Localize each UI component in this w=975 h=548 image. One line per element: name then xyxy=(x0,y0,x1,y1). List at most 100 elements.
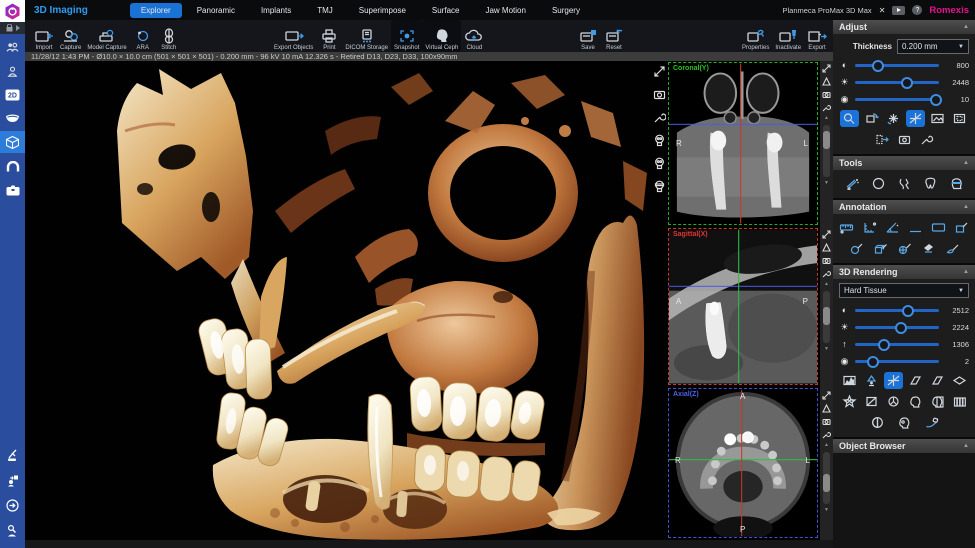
3d-volume-viewport[interactable] xyxy=(25,61,668,540)
airbrush-tool-button[interactable] xyxy=(843,175,862,192)
render-threshold-slider[interactable] xyxy=(855,343,939,346)
crop-frame-button[interactable] xyxy=(950,110,969,127)
pan-camera-button[interactable] xyxy=(895,131,914,148)
head-solid-button[interactable] xyxy=(906,393,925,410)
wrench-icon[interactable] xyxy=(822,269,831,278)
camera-icon[interactable] xyxy=(822,90,831,99)
romexis-logo[interactable] xyxy=(0,0,25,22)
print-button[interactable]: Print xyxy=(316,20,342,52)
export-button[interactable]: Export xyxy=(804,20,830,52)
tooth-tool-button[interactable] xyxy=(921,175,940,192)
cloud-button[interactable]: Cloud xyxy=(461,20,487,52)
tab-implants[interactable]: Implants xyxy=(250,3,302,18)
tab-panoramic[interactable]: Panoramic xyxy=(186,3,246,18)
scroll-thumb[interactable] xyxy=(823,131,830,149)
save-button[interactable]: Save xyxy=(575,20,601,52)
pyramid-view-icon[interactable] xyxy=(822,404,831,413)
draw-circle-button[interactable] xyxy=(847,240,866,257)
skull-icon[interactable] xyxy=(653,157,666,170)
stitch-button[interactable]: Stitch xyxy=(156,20,182,52)
nerve-tool-button[interactable] xyxy=(895,175,914,192)
virtual-ceph-button[interactable]: Virtual Ceph xyxy=(422,20,461,52)
sphere-split-button[interactable] xyxy=(868,414,887,431)
tab-tmj[interactable]: TMJ xyxy=(306,3,344,18)
slider-handle[interactable] xyxy=(901,77,913,89)
slider-handle[interactable] xyxy=(872,60,884,72)
sidebar-item-patients[interactable] xyxy=(0,36,25,58)
sidebar-item-3d-volumes[interactable] xyxy=(0,131,25,153)
contrast-slider[interactable] xyxy=(855,64,939,67)
sidebar-item-dentition[interactable] xyxy=(0,108,25,130)
rendering-header[interactable]: 3D Rendering ▲ xyxy=(833,265,975,279)
scroll-down-icon[interactable]: ▼ xyxy=(824,347,829,352)
histogram-button[interactable] xyxy=(840,372,859,389)
camera-icon[interactable] xyxy=(653,88,666,101)
sidebar-item-patient-transfer[interactable] xyxy=(0,469,25,491)
render-smoothing-slider[interactable] xyxy=(855,360,939,363)
wrench-icon[interactable] xyxy=(653,111,666,124)
render-contrast-slider[interactable] xyxy=(855,309,939,312)
sagittal-scrollbar[interactable] xyxy=(823,291,830,343)
measure-angle-button[interactable] xyxy=(883,219,902,236)
text-annotation-button[interactable]: abc xyxy=(906,219,925,236)
sidebar-item-scan-device[interactable] xyxy=(0,444,25,466)
scroll-down-icon[interactable]: ▼ xyxy=(824,508,829,513)
head-photo-button[interactable] xyxy=(895,414,914,431)
draw-box-button[interactable] xyxy=(871,240,890,257)
dicom-storage-button[interactable]: DICOM Storage xyxy=(342,20,391,52)
tab-explorer[interactable]: Explorer xyxy=(130,3,182,18)
tab-superimpose[interactable]: Superimpose xyxy=(348,3,417,18)
color-star-button[interactable] xyxy=(840,393,859,410)
camera-icon[interactable] xyxy=(822,256,831,265)
slider-handle[interactable] xyxy=(930,94,942,106)
slider-handle[interactable] xyxy=(878,339,890,351)
scroll-thumb[interactable] xyxy=(823,307,830,325)
wrench-icon[interactable] xyxy=(822,103,831,112)
slider-handle[interactable] xyxy=(867,356,879,368)
object-browser-list[interactable] xyxy=(833,453,975,548)
brush-annotation-button[interactable] xyxy=(943,240,962,257)
sculpt-eraser-button[interactable] xyxy=(922,414,941,431)
blue-plane-button[interactable] xyxy=(950,372,969,389)
collapse-icon[interactable]: ▲ xyxy=(963,269,969,275)
import-button[interactable]: Import xyxy=(31,20,57,52)
export-objects-button[interactable]: Export Objects xyxy=(271,20,316,52)
model-capture-button[interactable]: Model Capture xyxy=(84,20,129,52)
skull-clip-icon[interactable] xyxy=(653,134,666,147)
slider-handle[interactable] xyxy=(902,305,914,317)
expand-view-icon[interactable] xyxy=(653,65,666,78)
annotation-header[interactable]: Annotation ▲ xyxy=(833,200,975,214)
video-tutorials-icon[interactable] xyxy=(892,6,905,15)
red-plane-button[interactable] xyxy=(928,372,947,389)
view-photo-button[interactable] xyxy=(928,110,947,127)
slice-lines-button[interactable] xyxy=(906,110,925,127)
tab-surface[interactable]: Surface xyxy=(421,3,471,18)
measure-corner-button[interactable] xyxy=(860,219,879,236)
scroll-thumb[interactable] xyxy=(823,474,830,492)
draw-target-button[interactable] xyxy=(895,240,914,257)
sidebar-lock-row[interactable] xyxy=(0,22,25,34)
pyramid-view-icon[interactable] xyxy=(822,243,831,252)
rotate-volume-button[interactable] xyxy=(862,110,881,127)
object-browser-header[interactable]: Object Browser ▲ xyxy=(833,439,975,453)
skull-band-icon[interactable] xyxy=(653,180,666,193)
4d-tool-button[interactable]: 4D xyxy=(869,175,888,192)
render-brightness-slider[interactable] xyxy=(855,326,939,329)
scroll-up-icon[interactable]: ▲ xyxy=(824,282,829,287)
close-module-icon[interactable]: ✕ xyxy=(879,6,886,15)
expand-view-icon[interactable] xyxy=(822,64,831,73)
collapse-icon[interactable]: ▲ xyxy=(963,160,969,166)
scroll-up-icon[interactable]: ▲ xyxy=(824,116,829,121)
expand-view-icon[interactable] xyxy=(822,230,831,239)
sidebar-item-patient[interactable] xyxy=(0,60,25,82)
sidebar-item-2d-images[interactable]: 2D xyxy=(0,84,25,106)
inactivate-button[interactable]: Inactivate xyxy=(772,20,804,52)
wrench-icon[interactable] xyxy=(822,430,831,439)
render-slice-lines-button[interactable] xyxy=(884,372,903,389)
measure-length-button[interactable] xyxy=(837,219,856,236)
light-source-button[interactable] xyxy=(862,372,881,389)
ara-button[interactable]: ARA xyxy=(130,20,156,52)
coronal-scrollbar[interactable] xyxy=(823,125,830,177)
reset-button[interactable]: Reset xyxy=(601,20,627,52)
brightness-slider[interactable] xyxy=(855,81,939,84)
